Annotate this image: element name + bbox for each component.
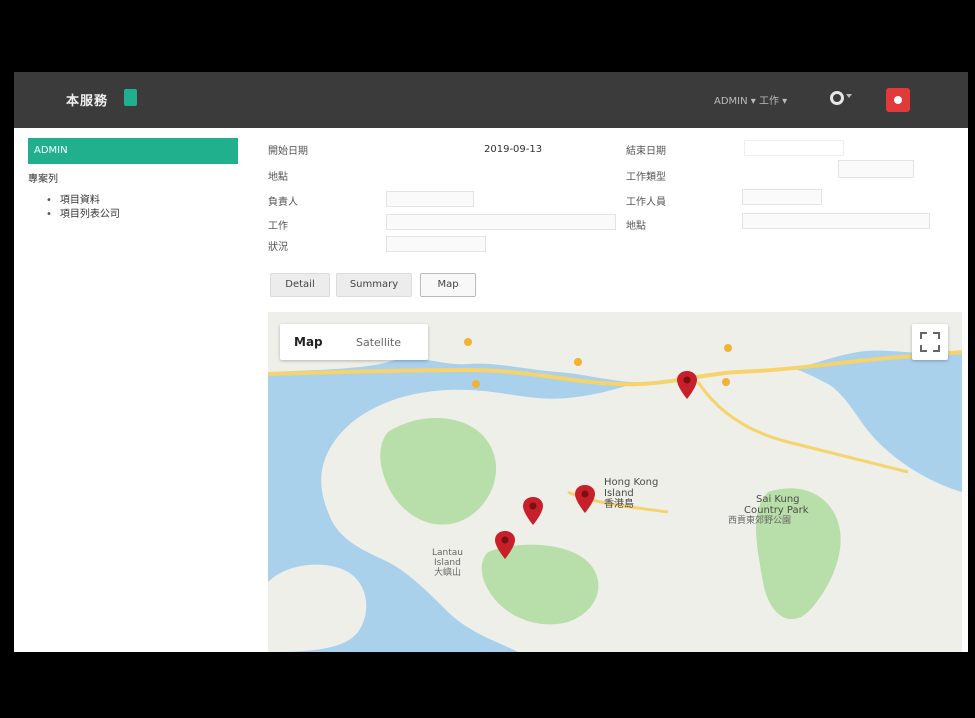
globe-flag-icon[interactable] bbox=[826, 88, 852, 110]
start-date-value[interactable]: 2019-09-13 bbox=[484, 144, 542, 155]
tab-summary[interactable]: Summary bbox=[336, 273, 412, 297]
owner-input[interactable] bbox=[386, 191, 474, 207]
map-marker-icon[interactable] bbox=[522, 496, 544, 526]
map-type-satellite-button[interactable]: Satellite bbox=[356, 336, 401, 349]
sidebar-item-admin[interactable]: ADMIN bbox=[28, 138, 238, 164]
label-work-type: 工作類型 bbox=[626, 172, 666, 183]
sidebar-group-label[interactable]: 專案列 bbox=[28, 170, 58, 185]
brand-icon bbox=[124, 89, 137, 106]
map-marker-icon[interactable] bbox=[494, 530, 516, 560]
map-type-map-button[interactable]: Map bbox=[294, 335, 323, 349]
work-type-select[interactable] bbox=[838, 160, 914, 178]
map-view[interactable]: Map Satellite Hong Kong Island 香港島 Sai K… bbox=[268, 312, 962, 652]
map-label-lantau-cn: 大嶼山 bbox=[434, 568, 462, 578]
user-menu[interactable]: ADMIN ▾ 工作 ▾ bbox=[714, 92, 787, 107]
map-marker-icon[interactable] bbox=[574, 484, 596, 514]
road-marker bbox=[722, 378, 730, 386]
work-input[interactable] bbox=[386, 214, 616, 230]
label-work: 工作 bbox=[268, 221, 288, 232]
end-date-input[interactable] bbox=[744, 140, 844, 156]
letterbox-top bbox=[0, 0, 975, 72]
sidebar-item-project-data[interactable]: 項目資料 bbox=[46, 191, 100, 206]
top-navbar: 本服務 ADMIN ▾ 工作 ▾ bbox=[14, 72, 968, 128]
tab-detail[interactable]: Detail bbox=[270, 273, 330, 297]
map-label-island: Island bbox=[604, 488, 634, 499]
power-icon[interactable] bbox=[886, 88, 910, 112]
fullscreen-icon[interactable] bbox=[912, 324, 948, 360]
landmass-west bbox=[268, 564, 367, 652]
map-label-country-park: Country Park bbox=[744, 505, 809, 516]
tab-map[interactable]: Map bbox=[420, 273, 476, 297]
road-marker bbox=[574, 358, 582, 366]
label-status: 狀況 bbox=[268, 242, 288, 253]
letterbox-bottom bbox=[0, 652, 975, 718]
app-brand[interactable]: 本服務 bbox=[66, 90, 108, 109]
road-marker bbox=[472, 380, 480, 388]
app-window: 本服務 ADMIN ▾ 工作 ▾ ADMIN 專案列 項目資料 項目列表公司 開… bbox=[14, 72, 968, 652]
road-marker bbox=[464, 338, 472, 346]
label-location: 地點 bbox=[268, 172, 288, 183]
sidebar: ADMIN 專案列 項目資料 項目列表公司 bbox=[14, 128, 254, 652]
map-label-park-cn: 西貢東郊野公園 bbox=[728, 516, 792, 526]
label-owner: 負責人 bbox=[268, 197, 298, 208]
map-label-hong-kong: Hong Kong bbox=[604, 477, 659, 488]
map-marker-icon[interactable] bbox=[676, 370, 698, 400]
location-input[interactable] bbox=[742, 213, 930, 229]
sidebar-item-project-company-list[interactable]: 項目列表公司 bbox=[46, 205, 120, 220]
map-type-control: Map Satellite bbox=[280, 324, 428, 360]
label-staff: 工作人員 bbox=[626, 197, 666, 208]
map-label-hk-cn: 香港島 bbox=[604, 499, 634, 510]
map-label-sai-kung: Sai Kung bbox=[756, 494, 800, 505]
road-marker bbox=[724, 344, 732, 352]
label-end-date: 結束日期 bbox=[626, 146, 666, 157]
label-start-date: 開始日期 bbox=[268, 146, 308, 157]
staff-input[interactable] bbox=[742, 189, 822, 205]
status-input[interactable] bbox=[386, 236, 486, 252]
label-location-right: 地點 bbox=[626, 221, 646, 232]
